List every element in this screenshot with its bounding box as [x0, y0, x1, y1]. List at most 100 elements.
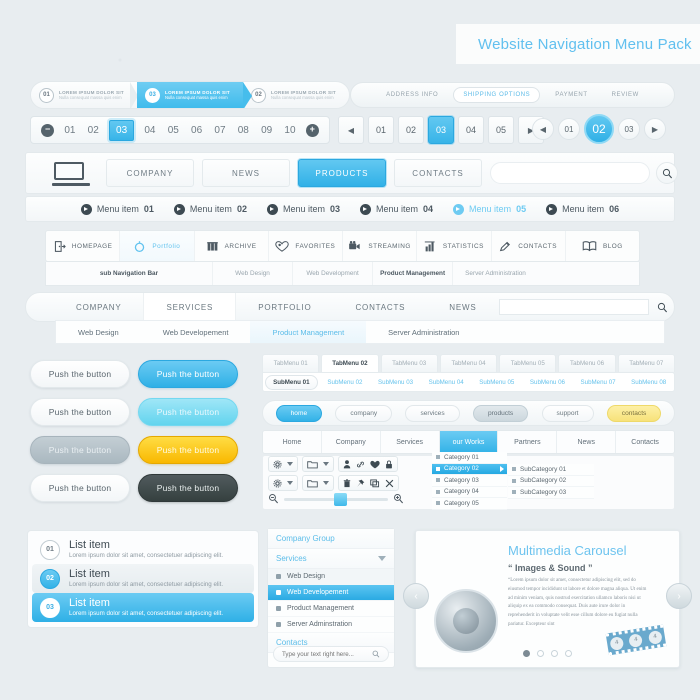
sub2-web-design[interactable]: Web Design — [56, 321, 141, 343]
iconnav-blog[interactable]: BLOG — [566, 231, 639, 261]
tabmenu-06[interactable]: TabMenu 06 — [558, 354, 616, 372]
accordion-item-web-developement[interactable]: Web Developement — [268, 585, 394, 601]
zoom-slider[interactable] — [268, 492, 404, 506]
submenu-08[interactable]: SubMenu 08 — [623, 379, 674, 386]
step-item-2[interactable]: 03 LOREM IPSUM DOLOR SIT Nulla consequat… — [137, 82, 252, 108]
tabmenu-07[interactable]: TabMenu 07 — [617, 354, 675, 372]
category-01[interactable]: Category 01 — [432, 452, 507, 464]
pagination-minus-icon[interactable]: − — [41, 123, 55, 137]
page-06[interactable]: 06 — [189, 123, 204, 138]
roundnav-search-input[interactable] — [498, 299, 649, 315]
roundnav-contacts[interactable]: CONTACTS — [333, 293, 427, 321]
carousel-dot[interactable] — [565, 650, 572, 657]
page-01[interactable]: 01 — [62, 123, 77, 138]
tab-review[interactable]: REVIEW — [603, 88, 648, 102]
nav-contacts[interactable]: CONTACTS — [394, 159, 482, 187]
iconnav-statistics[interactable]: STATISTICS — [417, 231, 492, 261]
menu-item-04[interactable]: Menu item 04 — [360, 203, 433, 215]
page-05[interactable]: 05 — [166, 123, 181, 138]
caret-down-icon[interactable] — [287, 481, 293, 485]
roundnav-company[interactable]: COMPANY — [54, 293, 143, 321]
push-button[interactable]: Push the button — [138, 436, 238, 464]
list-item[interactable]: 02 List item Lorem ipsum dolor sit amet,… — [32, 564, 254, 593]
tabmenu-04[interactable]: TabMenu 04 — [439, 354, 498, 372]
page-07[interactable]: 07 — [212, 123, 227, 138]
subnav-server-administration[interactable]: Server Administration — [453, 262, 639, 285]
submenu-05[interactable]: SubMenu 05 — [472, 379, 523, 386]
tab2-partners[interactable]: Partners — [498, 431, 558, 453]
sq-page-05[interactable]: 05 — [488, 116, 514, 144]
circ-prev-icon[interactable]: ◀ — [532, 118, 554, 140]
page-02[interactable]: 02 — [86, 123, 101, 138]
pill-services[interactable]: services — [405, 404, 460, 422]
roundnav-services[interactable]: SERVICES — [143, 293, 237, 321]
search-input[interactable] — [490, 162, 650, 184]
toolbar-group-gear-2[interactable] — [268, 475, 298, 491]
subnav-product-management[interactable]: Product Management — [373, 262, 454, 285]
list-item[interactable]: 03 List item Lorem ipsum dolor sit amet,… — [32, 593, 254, 622]
sq-page-04[interactable]: 04 — [458, 116, 484, 144]
carousel-prev-button[interactable]: ‹ — [403, 583, 429, 609]
circ-next-icon[interactable]: ▶ — [644, 118, 666, 140]
tab-address-info[interactable]: ADDRESS INFO — [377, 88, 447, 102]
trash-icon[interactable] — [343, 478, 351, 488]
page-04[interactable]: 04 — [142, 123, 157, 138]
subnav-web-design[interactable]: Web Design — [213, 262, 294, 285]
roundnav-portfolio[interactable]: PORTFOLIO — [236, 293, 333, 321]
tabmenu-02[interactable]: TabMenu 02 — [321, 354, 379, 372]
tab2-contacts[interactable]: Contacts — [616, 431, 674, 453]
sub2-server-administration[interactable]: Server Administration — [366, 321, 481, 343]
subcategory-02[interactable]: SubCategory 02 — [508, 475, 594, 487]
tabmenu-05[interactable]: TabMenu 05 — [499, 354, 557, 372]
sub2-product-management[interactable]: Product Management — [250, 321, 367, 343]
tab2-company[interactable]: Company — [322, 431, 381, 453]
menu-item-05[interactable]: Menu item 05 — [453, 203, 526, 215]
toolbar-group-actions-1[interactable] — [338, 456, 398, 472]
accordion-company-group[interactable]: Company Group — [268, 529, 394, 549]
folder-icon[interactable] — [307, 479, 318, 488]
toolbar-group-actions-2[interactable] — [338, 475, 399, 491]
pin-icon[interactable] — [356, 479, 365, 488]
sq-page-01[interactable]: 01 — [368, 116, 394, 144]
person-icon[interactable] — [343, 459, 351, 469]
page-09[interactable]: 09 — [259, 123, 274, 138]
carousel-dot[interactable] — [551, 650, 558, 657]
push-button[interactable]: Push the button — [30, 398, 130, 426]
iconnav-portfolio[interactable]: Portfolio — [120, 231, 195, 261]
accordion-search-input[interactable] — [282, 650, 372, 658]
accordion-item-server-adminstration[interactable]: Server Adminstration — [268, 617, 394, 633]
list-item[interactable]: 01 List item Lorem ipsum dolor sit amet,… — [32, 535, 254, 564]
lock-icon[interactable] — [385, 460, 393, 469]
search-icon[interactable] — [372, 650, 380, 658]
menu-item-03[interactable]: Menu item 03 — [266, 203, 340, 215]
iconnav-archive[interactable]: ARCHIVE — [195, 231, 269, 261]
iconnav-contacts[interactable]: CONTACTS — [492, 231, 566, 261]
sq-page-02[interactable]: 02 — [398, 116, 424, 144]
category-03[interactable]: Category 03 — [432, 475, 507, 487]
heart-icon[interactable] — [370, 460, 380, 469]
search-icon[interactable] — [657, 302, 668, 313]
accordion-services[interactable]: Services — [268, 549, 394, 569]
copy-icon[interactable] — [370, 478, 380, 488]
slider-track[interactable] — [284, 492, 388, 506]
close-icon[interactable] — [385, 479, 394, 488]
subcategory-01[interactable]: SubCategory 01 — [508, 464, 594, 476]
push-button[interactable]: Push the button — [138, 360, 238, 388]
iconnav-favorites[interactable]: FAVORITES — [269, 231, 343, 261]
submenu-04[interactable]: SubMenu 04 — [421, 379, 472, 386]
circ-page-01[interactable]: 01 — [558, 118, 580, 140]
nav-company[interactable]: COMPANY — [106, 159, 194, 187]
pagination-plus-icon[interactable]: + — [305, 123, 319, 137]
gear-icon[interactable] — [273, 459, 282, 469]
push-button[interactable]: Push the button — [30, 360, 130, 388]
folder-icon[interactable] — [307, 460, 318, 469]
page-08[interactable]: 08 — [236, 123, 251, 138]
nav-products[interactable]: PRODUCTS — [298, 159, 386, 187]
page-10[interactable]: 10 — [282, 123, 297, 138]
caret-down-icon[interactable] — [323, 462, 329, 466]
category-05[interactable]: Category 05 — [432, 498, 507, 510]
carousel-next-button[interactable]: › — [666, 583, 692, 609]
carousel-dot[interactable] — [537, 650, 544, 657]
push-button[interactable]: Push the button — [30, 436, 130, 464]
zoom-in-icon[interactable] — [393, 493, 404, 506]
